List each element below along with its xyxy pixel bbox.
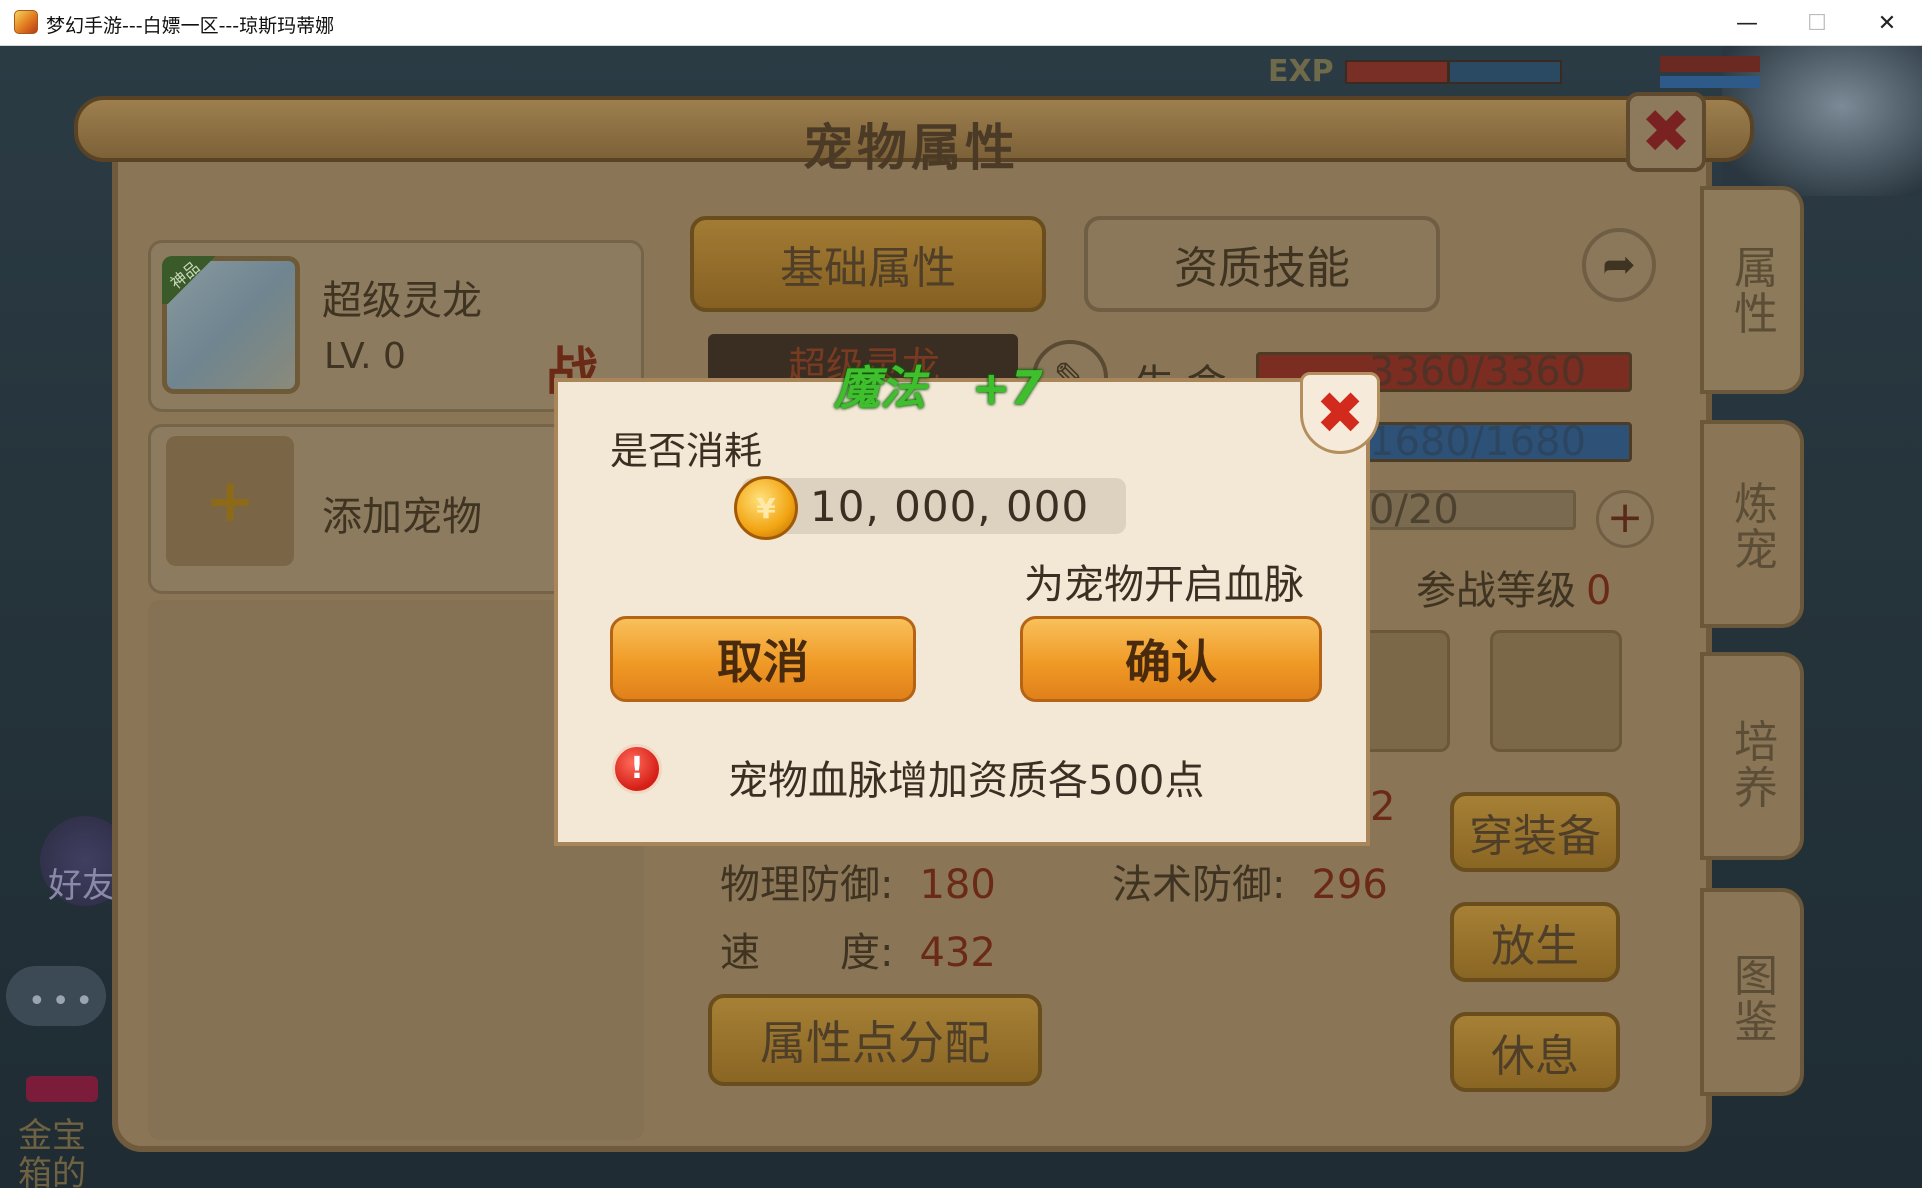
close-window-button[interactable]: ✕ <box>1852 0 1922 46</box>
app-icon <box>14 10 38 34</box>
panel-title: 宠物属性 <box>803 119 1019 177</box>
plus-icon: + <box>204 466 256 536</box>
dialog-suffix: 为宠物开启血脉 <box>1024 562 1304 608</box>
allocate-points-button[interactable]: 属性点分配 <box>708 994 1042 1086</box>
exp-label: EXP <box>1268 54 1334 89</box>
dialog-question: 是否消耗 <box>610 429 763 473</box>
floating-magic-buff: 魔法 +7 <box>834 352 1043 418</box>
tab-aptitude-skills[interactable]: 资质技能 <box>1084 216 1440 312</box>
speed-row: 速 度: 432 <box>720 920 996 978</box>
rest-button[interactable]: 休息 <box>1450 1012 1620 1092</box>
cancel-button[interactable]: 取消 <box>610 616 916 702</box>
phys-def-label: 物理防御: <box>720 862 894 908</box>
battle-level-value: 0 <box>1586 568 1612 614</box>
dialog-close-button[interactable]: ✖ <box>1300 372 1380 454</box>
mag-def-value: 296 <box>1311 862 1388 908</box>
side-tab-refine[interactable]: 炼 宠 <box>1700 420 1804 628</box>
equip-button[interactable]: 穿装备 <box>1450 792 1620 872</box>
battle-level-label: 参战等级 <box>1416 568 1576 614</box>
dialog-note: 宠物血脉增加资质各500点 <box>728 758 1205 804</box>
warning-icon: ! <box>612 744 662 794</box>
share-button[interactable]: ➦ <box>1582 228 1656 302</box>
side-tab-refine-label: 炼 宠 <box>1734 479 1778 576</box>
window-titlebar: 梦幻手游---白嫖一区---琼斯玛蒂娜 — ☐ ✕ <box>0 0 1922 46</box>
pet-name: 超级灵龙 <box>322 278 482 324</box>
mag-def-label: 法术防御: <box>1112 862 1286 908</box>
speed-label: 速 度: <box>720 930 894 976</box>
chat-dots-icon: ••• <box>28 984 100 1019</box>
speed-value: 432 <box>919 930 996 976</box>
close-icon: ✖ <box>1315 379 1365 447</box>
side-tab-codex[interactable]: 图 鉴 <box>1700 888 1804 1096</box>
exp-add-button[interactable]: + <box>1596 490 1654 548</box>
side-tab-attributes[interactable]: 属 性 <box>1700 186 1804 394</box>
window-title: 梦幻手游---白嫖一区---琼斯玛蒂娜 <box>46 15 335 37</box>
floating-magic-label: 魔法 <box>834 361 926 415</box>
hud-mp-bar <box>1448 60 1562 84</box>
player-hp-bar <box>1660 56 1760 72</box>
phys-def-row: 物理防御: 180 <box>720 852 996 910</box>
release-button[interactable]: 放生 <box>1450 902 1620 982</box>
add-pet-label: 添加宠物 <box>322 494 482 540</box>
pet-level: LV. 0 <box>324 336 406 377</box>
battle-level: 参战等级 0 <box>1416 558 1611 616</box>
left-tag <box>26 1076 98 1102</box>
phys-def-value: 180 <box>919 862 996 908</box>
friends-label: 好友 <box>48 866 116 906</box>
tab-basic-attributes[interactable]: 基础属性 <box>690 216 1046 312</box>
partial-stat-value: 2 <box>1370 784 1396 830</box>
gold-coin-icon: ¥ <box>734 476 798 540</box>
confirm-button[interactable]: 确认 <box>1020 616 1322 702</box>
panel-close-button[interactable]: ✖ <box>1626 92 1706 172</box>
side-tab-train-label: 培 养 <box>1734 717 1778 814</box>
floating-magic-value: +7 <box>972 361 1043 415</box>
side-tab-attributes-label: 属 性 <box>1734 243 1778 340</box>
maximize-button[interactable]: ☐ <box>1782 0 1852 46</box>
side-tab-train[interactable]: 培 养 <box>1700 652 1804 860</box>
player-mp-bar <box>1660 76 1760 88</box>
hud-hp-bar <box>1345 60 1449 84</box>
cost-amount: 10, 000, 000 <box>810 482 1090 531</box>
side-tab-codex-label: 图 鉴 <box>1734 951 1778 1048</box>
equip-slot-necklace[interactable] <box>1490 630 1622 752</box>
mag-def-row: 法术防御: 296 <box>1112 852 1388 910</box>
left-text-line2: 箱的 <box>18 1154 86 1188</box>
minimize-button[interactable]: — <box>1712 0 1782 46</box>
